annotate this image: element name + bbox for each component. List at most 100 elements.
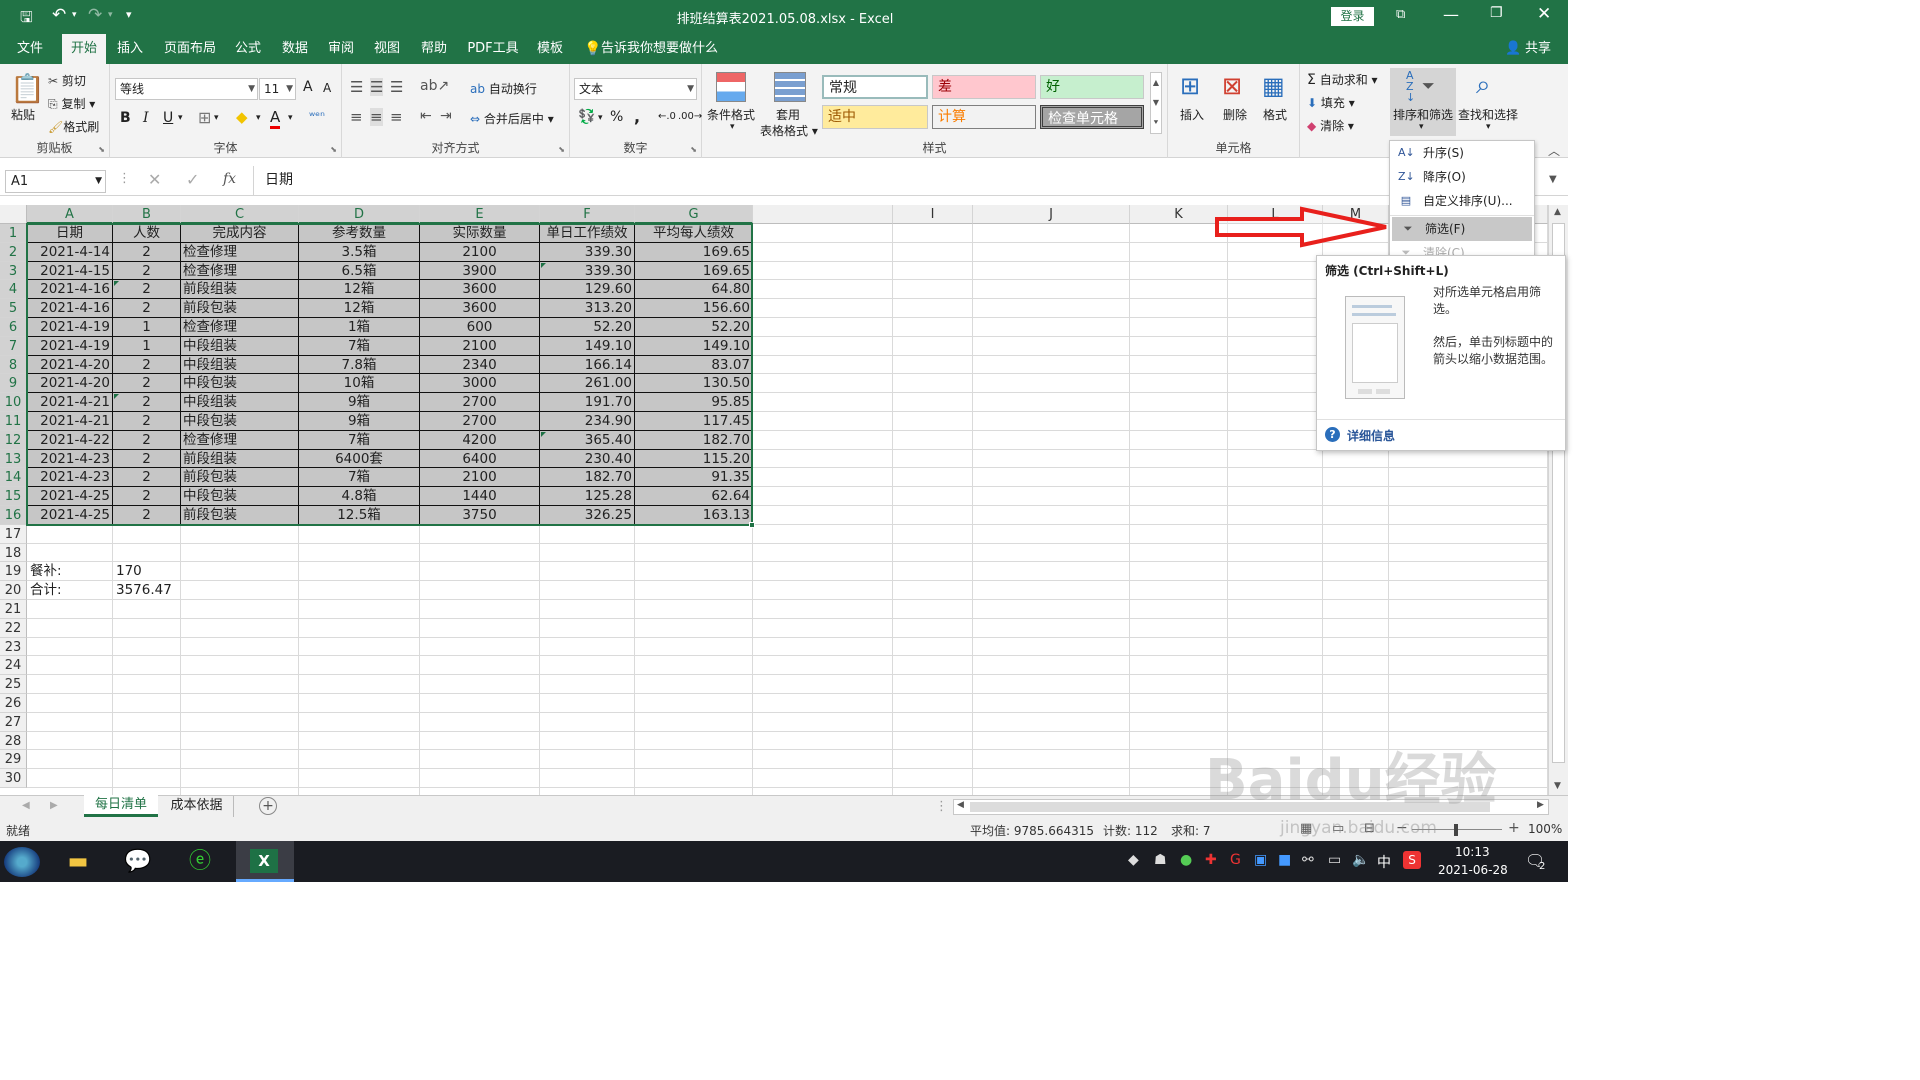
column-header-col-c[interactable]: C (181, 205, 299, 224)
row-header[interactable]: 30 (0, 769, 27, 788)
data-cell[interactable]: 中段包装 (181, 412, 299, 431)
data-cell[interactable]: 12.5箱 (299, 506, 420, 525)
redo-dropdown-icon[interactable]: ▾ (108, 10, 113, 20)
insert-cells-button[interactable]: 插入 (1180, 106, 1204, 123)
header-cell[interactable]: 单日工作绩效 (540, 224, 635, 243)
data-cell[interactable]: 83.07 (635, 355, 753, 375)
data-cell[interactable]: 检查修理 (181, 242, 299, 262)
data-cell[interactable]: 2021-4-25 (27, 506, 113, 525)
data-cell[interactable]: 182.70 (540, 468, 635, 488)
tray-icon-1[interactable]: ◆ (1128, 852, 1139, 868)
row-header[interactable]: 13 (0, 449, 27, 469)
data-cell[interactable]: 2 (113, 506, 181, 525)
ime-indicator[interactable]: 中 (1377, 852, 1391, 872)
scroll-left-icon[interactable]: ◀ (957, 800, 964, 810)
currency-icon[interactable]: 💱 (578, 109, 595, 125)
data-cell[interactable]: 6400 (420, 449, 540, 469)
grow-font-button[interactable]: A (303, 79, 313, 95)
dialog-launcher-icon[interactable]: ⬊ (558, 145, 565, 154)
error-indicator[interactable] (114, 394, 119, 400)
menu-sort-descending[interactable]: Z↓ 降序(O) (1390, 165, 1534, 189)
paste-button[interactable]: 粘贴 (11, 106, 35, 123)
data-cell[interactable]: 182.70 (635, 430, 753, 450)
excel-taskbar-button[interactable]: X (236, 841, 294, 882)
row-header[interactable]: 4 (0, 280, 27, 300)
tab-templates[interactable]: 模板 (530, 34, 570, 64)
menu-custom-sort[interactable]: ▤ 自定义排序(U)... (1390, 189, 1534, 213)
sogou-icon[interactable]: S (1403, 851, 1421, 869)
font-color-dropdown-icon[interactable]: ▾ (288, 113, 293, 123)
dialog-launcher-icon[interactable]: ⬊ (690, 145, 697, 154)
data-cell[interactable]: 2021-4-16 (27, 299, 113, 318)
data-cell[interactable]: 前段组装 (181, 280, 299, 300)
data-cell[interactable]: 中段包装 (181, 374, 299, 394)
delete-cells-button[interactable]: 删除 (1223, 106, 1247, 123)
phonetic-icon[interactable]: ʷᵉⁿ (309, 109, 325, 123)
data-cell[interactable]: 6.5箱 (299, 261, 420, 281)
data-cell[interactable]: 中段组装 (181, 393, 299, 412)
row-header[interactable]: 26 (0, 694, 27, 713)
data-cell[interactable]: 600 (420, 318, 540, 337)
row-header[interactable]: 29 (0, 750, 27, 770)
data-cell[interactable]: 163.13 (635, 506, 753, 525)
login-button[interactable]: 登录 (1331, 7, 1374, 26)
redo-icon[interactable]: ↷ (88, 5, 102, 25)
header-cell[interactable]: 实际数量 (420, 224, 540, 243)
row-header[interactable]: 21 (0, 600, 27, 619)
data-cell[interactable]: 7.8箱 (299, 355, 420, 375)
find-select-button[interactable]: 查找和选择 (1458, 106, 1518, 123)
header-cell[interactable]: 参考数量 (299, 224, 420, 243)
data-cell[interactable]: 4.8箱 (299, 487, 420, 506)
format-cells-icon[interactable]: ▦ (1262, 72, 1285, 100)
style-calculation[interactable]: 计算 (932, 105, 1036, 129)
data-cell[interactable]: 7箱 (299, 430, 420, 450)
expand-formula-icon[interactable]: ▼ (1549, 174, 1557, 185)
style-normal[interactable]: 常规 (822, 75, 928, 99)
tray-wechat-icon[interactable]: ● (1180, 852, 1192, 868)
column-header-col-b[interactable]: B (113, 205, 181, 224)
column-header-col-i[interactable]: I (893, 205, 973, 224)
tab-split-grip-icon[interactable]: ⋮ (935, 799, 948, 814)
data-cell[interactable]: 2021-4-19 (27, 318, 113, 337)
error-indicator[interactable] (541, 262, 546, 268)
sort-filter-button[interactable]: A Z ↓ ⏷ 排序和筛选 ▾ (1390, 68, 1456, 136)
network-icon[interactable]: ⚯ (1302, 852, 1314, 868)
table-format-icon[interactable] (774, 72, 806, 102)
data-cell[interactable]: 2021-4-16 (27, 280, 113, 300)
sheet-tab-cost[interactable]: 成本依据 (160, 796, 234, 817)
prev-sheet-icon[interactable]: ◀ (22, 800, 30, 811)
data-cell[interactable]: 339.30 (540, 242, 635, 262)
row-header[interactable]: 2 (0, 242, 27, 262)
column-header-col-g[interactable]: G (635, 205, 753, 224)
style-check-cell[interactable]: 检查单元格 (1040, 105, 1144, 129)
tell-me-search[interactable]: 告诉我你想要做什么 (601, 34, 721, 64)
data-cell[interactable]: 9箱 (299, 393, 420, 412)
data-cell[interactable]: 2700 (420, 393, 540, 412)
data-cell[interactable]: 2 (113, 412, 181, 431)
increase-indent-icon[interactable]: ⇥ (440, 108, 452, 124)
data-cell[interactable]: 9箱 (299, 412, 420, 431)
tab-help[interactable]: 帮助 (414, 34, 454, 64)
data-cell[interactable]: 169.65 (635, 242, 753, 262)
font-size-combo[interactable]: 11 ▼ (259, 78, 296, 100)
data-cell[interactable]: 169.65 (635, 261, 753, 281)
row-header[interactable]: 25 (0, 675, 27, 694)
tab-page-layout[interactable]: 页面布局 (160, 34, 220, 64)
maximize-icon[interactable]: ❐ (1490, 5, 1503, 21)
select-all-corner[interactable] (0, 205, 27, 224)
border-dropdown-icon[interactable]: ▾ (214, 113, 219, 123)
data-cell[interactable]: 64.80 (635, 280, 753, 300)
total-label-cell[interactable]: 合计: (28, 581, 108, 600)
sheet-tab-daily[interactable]: 每日清单 (84, 795, 158, 817)
column-header-col-d[interactable]: D (299, 205, 420, 224)
data-cell[interactable]: 2100 (420, 336, 540, 356)
data-cell[interactable]: 2021-4-15 (27, 261, 113, 281)
data-cell[interactable]: 2 (113, 374, 181, 394)
data-cell[interactable]: 2021-4-20 (27, 355, 113, 375)
browser-icon[interactable]: ⓔ (180, 847, 220, 877)
table-format-button[interactable]: 表格格式 ▾ (760, 122, 818, 139)
style-good[interactable]: 好 (1040, 75, 1144, 99)
insert-cells-icon[interactable]: ⊞ (1180, 72, 1200, 100)
data-cell[interactable]: 2340 (420, 355, 540, 375)
data-cell[interactable]: 2021-4-14 (27, 242, 113, 262)
